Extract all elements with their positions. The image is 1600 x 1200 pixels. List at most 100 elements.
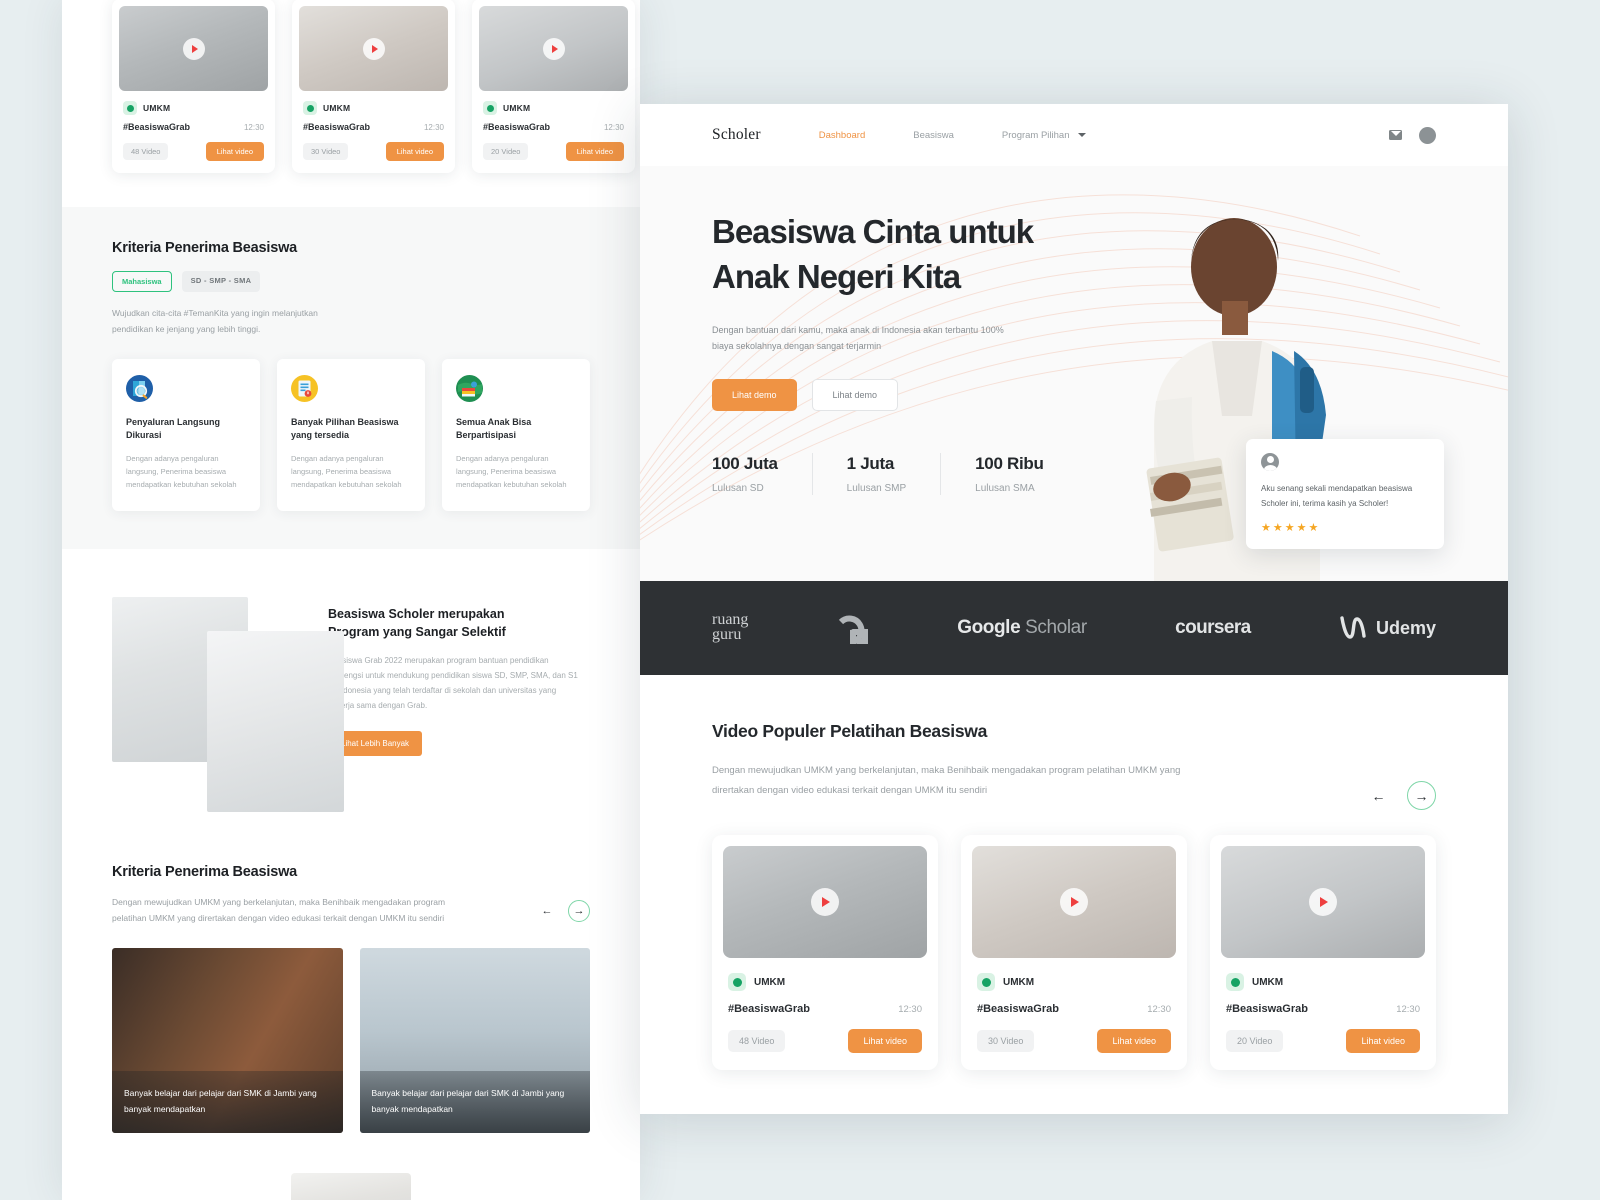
watch-video-button[interactable]: Lihat video bbox=[1097, 1029, 1171, 1053]
green-badge-icon bbox=[303, 101, 317, 115]
video-card[interactable]: UMKM #BeasiswaGrab 12:30 48 Video Lihat … bbox=[712, 835, 938, 1070]
criteria-card[interactable]: Semua Anak Bisa Berpartisipasi Dengan ad… bbox=[442, 359, 590, 511]
section-title: Kriteria Penerima Beasiswa bbox=[112, 240, 298, 256]
video-card[interactable]: UMKM #BeasiswaGrab 12:30 20 Video Lihat … bbox=[1210, 835, 1436, 1070]
hero-title-line2: Anak Negeri Kita bbox=[712, 257, 961, 295]
nav-item-program-pilihan-label: Program Pilihan bbox=[1001, 129, 1070, 141]
video-thumbnail[interactable] bbox=[972, 846, 1176, 958]
back-video-row: UMKM #BeasiswaGrab 12:30 48 Video Lihat … bbox=[62, 0, 640, 207]
video-tag-label: UMKM bbox=[1252, 976, 1284, 988]
nav-item-beasiswa[interactable]: Beasiswa bbox=[913, 130, 954, 141]
criteria-card[interactable]: Banyak Pilihan Beasiswa yang tersedia De… bbox=[277, 359, 425, 511]
video-section: Video Populer Pelatihan Beasiswa Dengan … bbox=[640, 675, 1508, 1070]
hero-title: Beasiswa Cinta untuk Anak Negeri Kita bbox=[712, 210, 1142, 300]
stat-label: Lulusan SD bbox=[712, 483, 764, 495]
play-icon[interactable] bbox=[811, 888, 839, 916]
section-title-2: Kriteria Penerima Beasiswa bbox=[112, 863, 298, 880]
partner-logos-bar: ruang guru Google Scholar coursera Udemy bbox=[640, 581, 1508, 675]
image-card[interactable]: Banyak belajar dari pelajar dari SMK di … bbox=[359, 948, 590, 1134]
video-action-row: 30 Video Lihat video bbox=[977, 1029, 1171, 1053]
video-thumbnail[interactable] bbox=[1221, 846, 1425, 958]
criteria2-lead: Dengan mewujudkan UMKM yang berkelanjuta… bbox=[112, 896, 446, 923]
video-thumbnail[interactable] bbox=[479, 6, 628, 91]
stat-divider bbox=[940, 453, 942, 496]
google-word: Google bbox=[957, 617, 1021, 638]
nav-item-program-pilihan[interactable]: Program Pilihan bbox=[1002, 130, 1086, 141]
bottom-clipped-photo bbox=[291, 1173, 411, 1200]
lihat-demo-secondary-button[interactable]: Lihat demo bbox=[811, 379, 899, 412]
video-card[interactable]: UMKM #BeasiswaGrab 12:30 30 Video Lihat … bbox=[961, 835, 1187, 1070]
carousel-next-button[interactable]: → bbox=[568, 900, 590, 923]
lihat-demo-primary-button[interactable]: Lihat demo bbox=[712, 379, 797, 412]
rating-stars: ★★★★★ bbox=[1261, 522, 1321, 534]
watch-video-button[interactable]: Lihat video bbox=[565, 142, 624, 161]
play-icon[interactable] bbox=[362, 37, 385, 60]
video-carousel-prev-button[interactable]: ← bbox=[1364, 781, 1393, 810]
stat-divider bbox=[811, 453, 813, 496]
video-title-row: #BeasiswaGrab 12:30 bbox=[123, 122, 264, 132]
udemy-word: Udemy bbox=[1375, 617, 1436, 638]
video-tag-row: UMKM bbox=[977, 973, 1176, 991]
video-action-row: 20 Video Lihat video bbox=[1226, 1029, 1420, 1053]
video-carousel-next-button[interactable]: → bbox=[1407, 781, 1436, 810]
carousel-arrows: ← → bbox=[536, 900, 590, 926]
watch-video-button[interactable]: Lihat video bbox=[848, 1029, 922, 1053]
video-section-lead: Dengan mewujudkan UMKM yang berkelanjuta… bbox=[712, 765, 1181, 796]
video-card-row: UMKM #BeasiswaGrab 12:30 48 Video Lihat … bbox=[712, 835, 1436, 1070]
video-thumbnail[interactable] bbox=[299, 6, 448, 91]
play-icon[interactable] bbox=[1060, 888, 1088, 916]
green-badge-icon bbox=[483, 101, 497, 115]
design-mockup-stage: UMKM #BeasiswaGrab 12:30 48 Video Lihat … bbox=[0, 0, 1600, 1200]
testimonial-card: Aku senang sekali mendapatkan beasiswa S… bbox=[1246, 439, 1444, 549]
carousel-prev-button[interactable]: ← bbox=[536, 900, 558, 922]
program-title-line1: Beasiswa Scholer merupakan bbox=[328, 606, 505, 621]
criteria-card[interactable]: Penyaluran Langsung Dikurasi Dengan adan… bbox=[112, 359, 260, 511]
criteria-card-title: Penyaluran Langsung Dikurasi bbox=[126, 417, 221, 441]
video-thumbnail[interactable] bbox=[723, 846, 927, 958]
nav-item-dashboard[interactable]: Dashboard bbox=[819, 130, 865, 141]
stat-label: Lulusan SMA bbox=[975, 483, 1035, 495]
avatar[interactable] bbox=[1419, 126, 1436, 144]
watch-video-button[interactable]: Lihat video bbox=[385, 142, 444, 161]
criteria-card-text: Dengan adanya pengaluran langsung, Pener… bbox=[291, 453, 402, 489]
brand-logo[interactable]: Scholer bbox=[712, 126, 761, 144]
video-count-chip: 20 Video bbox=[1226, 1030, 1284, 1052]
watch-video-button[interactable]: Lihat video bbox=[205, 142, 264, 161]
video-card[interactable]: UMKM #BeasiswaGrab 12:30 48 Video Lihat … bbox=[112, 0, 275, 173]
video-title-row: #BeasiswaGrab 12:30 bbox=[483, 122, 624, 132]
filter-pill-mahasiswa[interactable]: Mahasiswa bbox=[112, 271, 172, 292]
criteria-card-row: Penyaluran Langsung Dikurasi Dengan adan… bbox=[112, 359, 590, 511]
chevron-down-icon[interactable] bbox=[1077, 133, 1086, 137]
criteria-card-title: Semua Anak Bisa Berpartisipasi bbox=[456, 417, 532, 441]
back-program-section: Beasiswa Scholer merupakan Program yang … bbox=[62, 548, 640, 1200]
video-duration: 12:30 bbox=[1147, 1004, 1171, 1015]
play-icon[interactable] bbox=[542, 37, 565, 60]
mail-icon[interactable] bbox=[1389, 130, 1402, 140]
hero-copy: Beasiswa Cinta untuk Anak Negeri Kita De… bbox=[712, 210, 1142, 496]
nav-right-actions bbox=[1389, 126, 1508, 144]
video-title-row: #BeasiswaGrab 12:30 bbox=[728, 1003, 922, 1015]
student-photo-pair bbox=[112, 596, 344, 812]
video-card[interactable]: UMKM #BeasiswaGrab 12:30 20 Video Lihat … bbox=[472, 0, 635, 173]
filter-pill-sd-smp-sma[interactable]: SD - SMP - SMA bbox=[181, 271, 261, 292]
video-tag-row: UMKM bbox=[123, 101, 268, 115]
partner-logo-ruangguru: ruang guru bbox=[712, 612, 748, 642]
stat-block: 100 Juta Lulusan SD bbox=[712, 454, 812, 494]
partner-logo-coursera: coursera bbox=[1175, 617, 1251, 638]
video-title: #BeasiswaGrab bbox=[303, 122, 371, 132]
video-action-row: 48 Video Lihat video bbox=[123, 142, 264, 161]
green-badge-icon bbox=[123, 101, 137, 115]
play-icon[interactable] bbox=[1309, 888, 1337, 916]
criteria-filter-pills: Mahasiswa SD - SMP - SMA bbox=[112, 271, 590, 292]
video-thumbnail[interactable] bbox=[119, 6, 268, 91]
video-tag-label: UMKM bbox=[1003, 976, 1035, 988]
watch-video-button[interactable]: Lihat video bbox=[1346, 1029, 1420, 1053]
video-tag-row: UMKM bbox=[483, 101, 628, 115]
image-card[interactable]: Banyak belajar dari pelajar dari SMK di … bbox=[112, 948, 343, 1134]
video-card[interactable]: UMKM #BeasiswaGrab 12:30 30 Video Lihat … bbox=[292, 0, 455, 173]
partner-logo-google-scholar: Google Scholar bbox=[957, 617, 1087, 639]
video-tag-label: UMKM bbox=[143, 103, 171, 113]
user-avatar-icon bbox=[1261, 453, 1279, 472]
video-count-chip: 30 Video bbox=[977, 1030, 1035, 1052]
play-icon[interactable] bbox=[182, 37, 205, 60]
